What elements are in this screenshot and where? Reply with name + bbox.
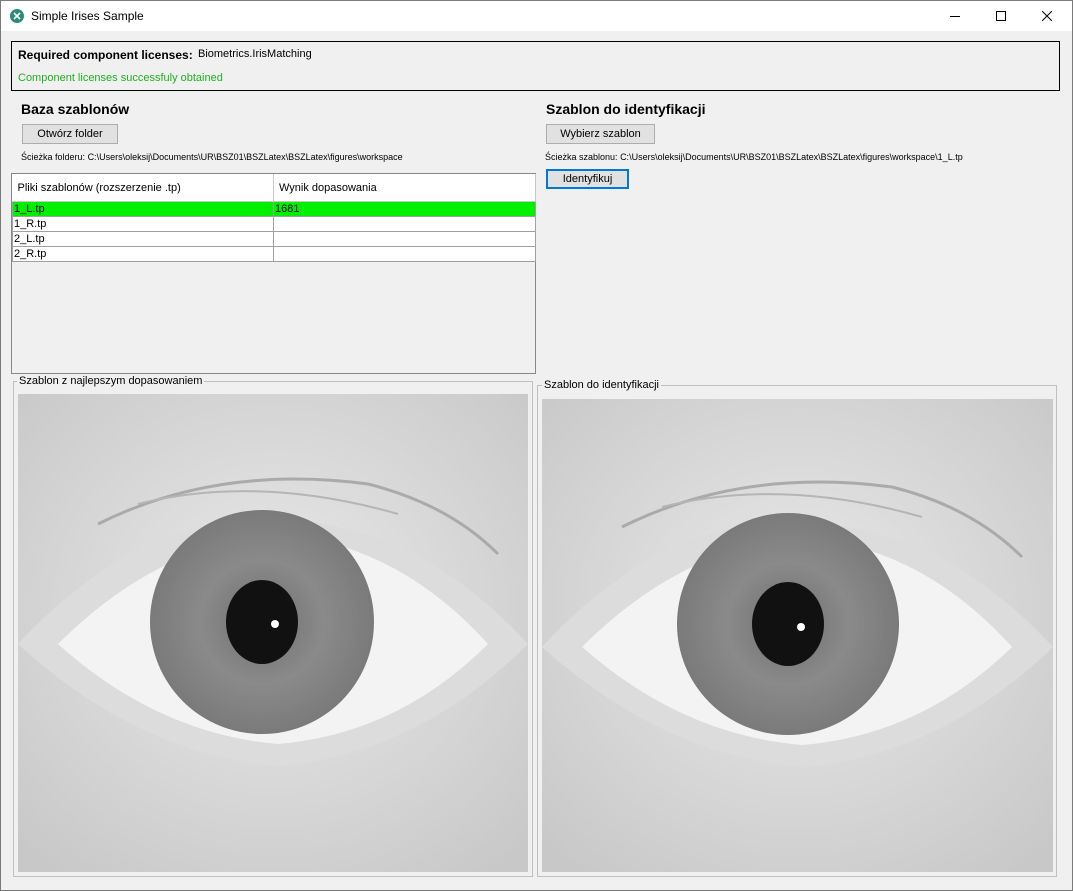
file-cell[interactable]: 1_R.tp <box>12 216 274 232</box>
identify-heading: Szablon do identyfikacji <box>546 101 706 117</box>
license-value: Biometrics.IrisMatching <box>198 48 312 60</box>
close-button[interactable] <box>1024 1 1070 31</box>
identify-button[interactable]: Identyfikuj <box>546 169 629 189</box>
window-title: Simple Irises Sample <box>31 9 144 23</box>
column-header-score[interactable]: Wynik dopasowania <box>273 174 536 202</box>
iris-image-identify <box>542 399 1053 872</box>
templates-table[interactable]: Pliki szablonów (rozszerzenie .tp) Wynik… <box>11 173 536 374</box>
table-row[interactable]: 1_R.tp <box>12 216 536 232</box>
open-folder-button[interactable]: Otwórz folder <box>22 124 118 144</box>
table-row[interactable]: 1_L.tp 1681 <box>12 201 536 217</box>
minimize-icon <box>950 16 960 17</box>
choose-template-button[interactable]: Wybierz szablon <box>546 124 655 144</box>
close-icon <box>1042 11 1052 21</box>
iris-image-best <box>18 394 528 872</box>
score-cell[interactable] <box>273 231 536 247</box>
app-icon <box>10 9 24 23</box>
file-cell[interactable]: 1_L.tp <box>12 201 274 217</box>
file-cell[interactable]: 2_R.tp <box>12 246 274 262</box>
score-cell[interactable] <box>273 216 536 232</box>
best-match-iris-image <box>18 394 528 872</box>
title-bar[interactable]: Simple Irises Sample <box>1 1 1072 31</box>
template-path: Ścieżka szablonu: C:\Users\oleksij\Docum… <box>545 152 963 162</box>
best-match-group-label: Szablon z najlepszym dopasowaniem <box>17 375 205 387</box>
identify-iris-image <box>542 399 1053 872</box>
table-row[interactable]: 2_L.tp <box>12 231 536 247</box>
template-base-heading: Baza szablonów <box>21 101 130 117</box>
folder-path-value: C:\Users\oleksij\Documents\UR\BSZ01\BSZL… <box>87 152 403 162</box>
column-header-files[interactable]: Pliki szablonów (rozszerzenie .tp) <box>12 174 274 202</box>
folder-path-label: Ścieżka folderu: <box>21 152 86 162</box>
score-cell[interactable]: 1681 <box>273 201 536 217</box>
license-status: Component licenses successfuly obtained <box>18 72 223 84</box>
folder-path: Ścieżka folderu: C:\Users\oleksij\Docume… <box>21 152 403 162</box>
maximize-icon <box>996 11 1006 21</box>
template-path-value: C:\Users\oleksij\Documents\UR\BSZ01\BSZL… <box>620 152 963 162</box>
license-panel: Required component licenses: Biometrics.… <box>11 41 1060 91</box>
template-path-label: Ścieżka szablonu: <box>545 152 618 162</box>
score-cell[interactable] <box>273 246 536 262</box>
maximize-button[interactable] <box>978 1 1024 31</box>
file-cell[interactable]: 2_L.tp <box>12 231 274 247</box>
minimize-button[interactable] <box>932 1 978 31</box>
table-row[interactable]: 2_R.tp <box>12 246 536 262</box>
license-label: Required component licenses: <box>18 48 193 62</box>
identify-group-label: Szablon do identyfikacji <box>542 379 661 391</box>
